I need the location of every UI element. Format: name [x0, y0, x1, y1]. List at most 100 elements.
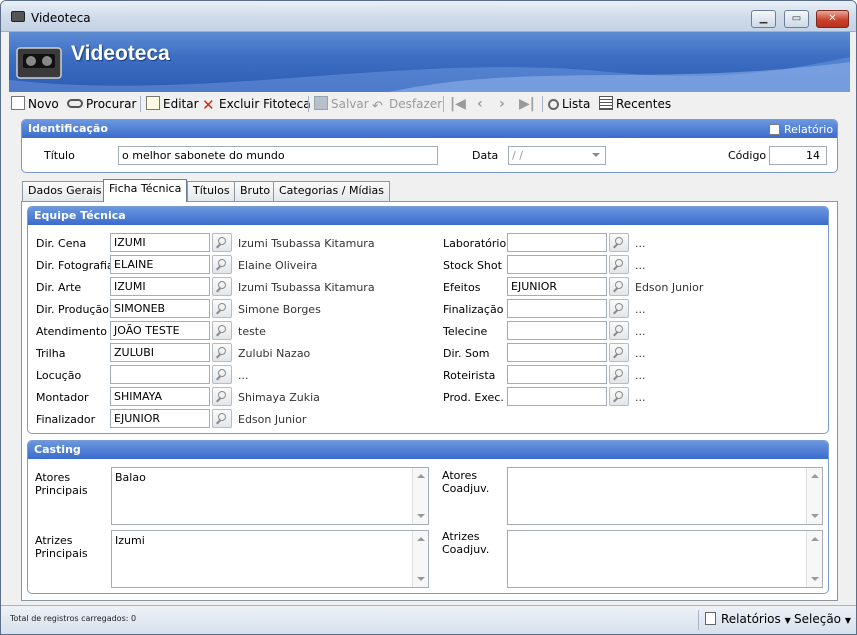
lookup-search-icon[interactable]: [212, 409, 232, 428]
lookup-search-icon[interactable]: [212, 387, 232, 406]
data-dropdown-icon[interactable]: [592, 153, 600, 157]
lookup-search-icon[interactable]: [609, 255, 629, 274]
lookup-search-icon[interactable]: [212, 321, 232, 340]
equipe-label-right-1: Stock Shot: [443, 259, 502, 272]
equipe-code-input-right-0[interactable]: [507, 233, 607, 252]
equipe-name-left-8: Edson Junior: [238, 413, 307, 426]
minimize-button[interactable]: ▁: [751, 10, 776, 28]
excluir-button[interactable]: ✕ Excluir Fitoteca: [202, 96, 311, 113]
status-bar: Total de registros carregados: 0 Relatór…: [1, 605, 856, 634]
scrollbar[interactable]: [412, 468, 428, 524]
equipe-tecnica-header: Equipe Técnica: [28, 207, 828, 225]
salvar-button[interactable]: Salvar: [314, 96, 369, 112]
equipe-code-input-left-6[interactable]: [110, 365, 210, 384]
lookup-search-icon[interactable]: [609, 365, 629, 384]
equipe-code-input-right-5[interactable]: [507, 343, 607, 362]
atores-principais-field[interactable]: Balao: [111, 467, 429, 525]
equipe-code-input-left-4[interactable]: JOÃO TESTE: [110, 321, 210, 340]
lookup-search-icon[interactable]: [609, 387, 629, 406]
lookup-search-icon[interactable]: [609, 343, 629, 362]
atrizes-coadjuv-field[interactable]: [507, 530, 823, 588]
maximize-button[interactable]: ▭: [784, 10, 809, 28]
tab-categorias-midias[interactable]: Categorias / Mídias: [273, 181, 391, 201]
equipe-label-right-7: Prod. Exec.: [443, 391, 504, 404]
equipe-label-right-5: Dir. Som: [443, 347, 490, 360]
tab-bruto[interactable]: Bruto: [234, 181, 277, 201]
equipe-code-input-right-7[interactable]: [507, 387, 607, 406]
equipe-code-input-right-2[interactable]: EJUNIOR: [507, 277, 607, 296]
casting-header: Casting: [28, 441, 828, 459]
equipe-code-input-left-7[interactable]: SHIMAYA: [110, 387, 210, 406]
salvar-label: Salvar: [331, 97, 369, 111]
atrizes-principais-field[interactable]: Izumi: [111, 530, 429, 588]
close-button[interactable]: ✕: [816, 10, 849, 28]
equipe-label-left-2: Dir. Arte: [36, 281, 82, 294]
equipe-code-input-left-1[interactable]: ELAINE: [110, 255, 210, 274]
videotape-logo-icon: [16, 47, 62, 79]
lookup-search-icon[interactable]: [609, 321, 629, 340]
lookup-search-icon[interactable]: [212, 233, 232, 252]
lookup-search-icon[interactable]: [609, 233, 629, 252]
equipe-label-right-3: Finalização: [443, 303, 504, 316]
lookup-search-icon[interactable]: [212, 365, 232, 384]
lookup-search-icon[interactable]: [212, 277, 232, 296]
equipe-code-input-left-8[interactable]: EJUNIOR: [110, 409, 210, 428]
list-search-icon: [548, 99, 559, 110]
equipe-code-input-right-3[interactable]: [507, 299, 607, 318]
lookup-search-icon[interactable]: [609, 299, 629, 318]
codigo-input[interactable]: 14: [769, 146, 827, 165]
lookup-search-icon[interactable]: [212, 255, 232, 274]
equipe-name-right-7: ...: [635, 391, 646, 404]
scrollbar[interactable]: [806, 468, 822, 524]
equipe-label-right-4: Telecine: [443, 325, 488, 338]
atrizes-principais-label: Atrizes Principais: [35, 534, 88, 560]
equipe-label-left-0: Dir. Cena: [36, 237, 87, 250]
equipe-label-left-5: Trilha: [36, 347, 66, 360]
procurar-button[interactable]: Procurar: [67, 96, 136, 112]
atores-coadjuv-field[interactable]: [507, 467, 823, 525]
lookup-search-icon[interactable]: [212, 343, 232, 362]
selecao-button[interactable]: Seleção ▼: [794, 612, 851, 626]
next-record-icon[interactable]: ›: [499, 96, 505, 112]
scrollbar[interactable]: [806, 531, 822, 587]
equipe-label-right-2: Efeitos: [443, 281, 481, 294]
equipe-code-input-left-0[interactable]: IZUMI: [110, 233, 210, 252]
equipe-code-input-left-3[interactable]: SIMONEB: [110, 299, 210, 318]
selecao-label: Seleção: [794, 612, 842, 626]
procurar-label: Procurar: [86, 97, 137, 111]
relatorio-check-icon[interactable]: [769, 124, 780, 135]
equipe-name-left-4: teste: [238, 325, 266, 338]
lookup-search-icon[interactable]: [212, 299, 232, 318]
editar-button[interactable]: Editar: [146, 96, 199, 112]
equipe-code-input-right-4[interactable]: [507, 321, 607, 340]
chevron-down-icon: ▼: [844, 616, 851, 625]
tab-dados-gerais[interactable]: Dados Gerais: [22, 181, 108, 201]
desfazer-button[interactable]: ↶ Desfazer: [372, 96, 442, 114]
equipe-code-input-right-6[interactable]: [507, 365, 607, 384]
titulo-input[interactable]: o melhor sabonete do mundo: [118, 146, 438, 165]
atrizes-principais-value: Izumi: [115, 534, 145, 547]
lookup-search-icon[interactable]: [609, 277, 629, 296]
last-record-icon[interactable]: ▶|: [519, 96, 535, 112]
relatorios-button[interactable]: Relatórios ▼: [705, 612, 791, 626]
lista-button[interactable]: Lista: [548, 96, 590, 112]
equipe-label-right-6: Roteirista: [443, 369, 496, 382]
main-window: Videoteca ▁ ▭ ✕ Videoteca Novo Procurar …: [0, 0, 857, 635]
relatorios-label: Relatórios: [721, 612, 781, 626]
novo-button[interactable]: Novo: [11, 96, 59, 112]
previous-record-icon[interactable]: ‹: [477, 96, 483, 112]
chevron-down-icon: ▼: [784, 616, 791, 625]
equipe-code-input-left-2[interactable]: IZUMI: [110, 277, 210, 296]
equipe-code-input-left-5[interactable]: ZULUBI: [110, 343, 210, 362]
edit-pencil-icon: [146, 96, 160, 110]
recentes-button[interactable]: Recentes: [599, 96, 671, 112]
relatorio-label: Relatório: [784, 123, 834, 136]
scrollbar[interactable]: [412, 531, 428, 587]
tab-titulos[interactable]: Títulos: [187, 181, 236, 201]
equipe-code-input-right-1[interactable]: [507, 255, 607, 274]
first-record-icon[interactable]: |◀: [450, 96, 466, 112]
relatorio-checkbox[interactable]: Relatório: [769, 123, 833, 136]
identificacao-group: Identificação Relatório Título o melhor …: [21, 119, 838, 173]
equipe-label-left-4: Atendimento: [36, 325, 107, 338]
tab-ficha-tecnica[interactable]: Ficha Técnica: [103, 179, 188, 202]
